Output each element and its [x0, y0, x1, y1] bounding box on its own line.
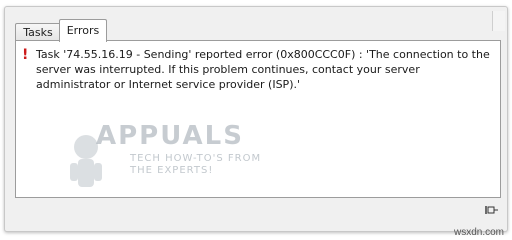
watermark-brand: APPUALS [96, 121, 244, 151]
watermark-tagline-line1: TECH HOW-TO'S FROM [130, 153, 262, 164]
credit-text: wsxdn.com [453, 227, 504, 238]
error-exclamation-icon: ! [22, 47, 29, 63]
tab-tasks[interactable]: Tasks [15, 23, 61, 41]
error-message: Task '74.55.16.19 - Sending' reported er… [36, 48, 490, 91]
watermark-tagline: TECH HOW-TO'S FROM THE EXPERTS! [130, 153, 261, 177]
errors-panel: ! Task '74.55.16.19 - Sending' reported … [15, 40, 501, 198]
watermark-tagline-line2: THE EXPERTS! [130, 165, 214, 176]
tab-errors[interactable]: Errors [59, 19, 107, 42]
errors-window: Tasks Errors ! Task '74.55.16.19 - Sendi… [4, 6, 508, 232]
window-corner [492, 11, 505, 31]
pin-icon[interactable] [485, 203, 499, 217]
